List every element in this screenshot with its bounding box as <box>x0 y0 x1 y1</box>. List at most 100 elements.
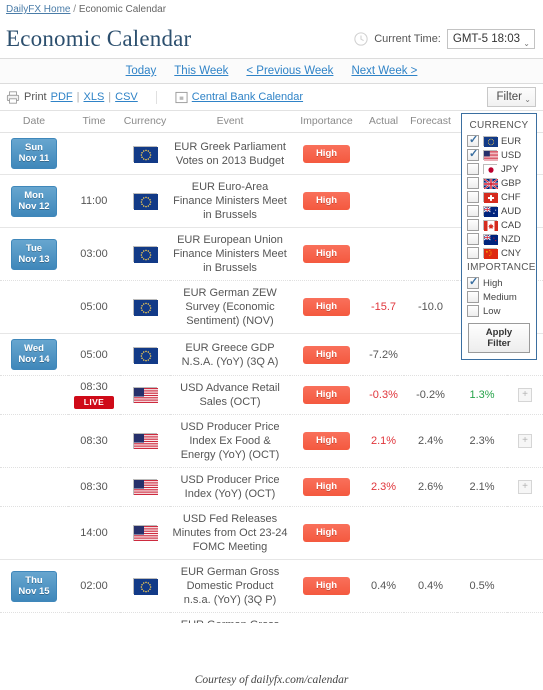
table-row[interactable]: 02:00 EUR German Gross Domestic Product s… <box>0 612 543 623</box>
currency-filter-gbp[interactable]: GBP <box>467 176 531 190</box>
cell-time <box>68 132 120 175</box>
cell-expand[interactable]: + <box>507 414 543 468</box>
central-bank-calendar-link[interactable]: Central Bank Calendar <box>192 91 303 103</box>
cell-event[interactable]: EUR German ZEW Survey (Economic Sentimen… <box>170 280 290 334</box>
currency-filter-aud[interactable]: AUD <box>467 204 531 218</box>
checkbox-cad[interactable] <box>467 219 479 231</box>
cell-importance: High <box>290 506 363 560</box>
currency-filter-chf[interactable]: CHF <box>467 190 531 204</box>
importance-filter-low[interactable]: Low <box>467 304 531 318</box>
importance-label: Low <box>483 305 501 317</box>
previous-value: 2.3% <box>469 435 495 447</box>
cell-forecast <box>404 227 457 281</box>
breadcrumb-home-link[interactable]: DailyFX Home <box>6 4 70 15</box>
central-bank-group: Central Bank Calendar <box>155 90 303 104</box>
nav-this-week-link[interactable]: This Week <box>174 65 228 77</box>
checkbox-nzd[interactable] <box>467 233 479 245</box>
cell-importance: High <box>290 333 363 376</box>
print-label: Print <box>24 91 47 103</box>
export-csv-link[interactable]: CSV <box>115 91 138 103</box>
cell-event[interactable]: USD Producer Price Index (YoY) (OCT) <box>170 467 290 507</box>
cell-event[interactable]: EUR European Union Finance Ministers Mee… <box>170 227 290 281</box>
timezone-select[interactable]: GMT-5 18:03 ⌄ <box>446 29 535 49</box>
table-row[interactable]: 08:30 USD Producer Price Index (YoY) (OCT… <box>0 467 543 507</box>
currency-filter-nzd[interactable]: NZD <box>467 232 531 246</box>
expand-row-button[interactable]: + <box>518 388 532 402</box>
date-badge: Tue Nov 13 <box>11 238 57 270</box>
flag-icon-jp <box>483 164 498 175</box>
cell-expand[interactable]: + <box>507 375 543 415</box>
cell-time: 11:00 <box>68 174 120 228</box>
cell-time: 14:00 <box>68 506 120 560</box>
cell-actual: 2.1% <box>363 414 404 468</box>
currency-filter-cny[interactable]: CNY <box>467 246 531 260</box>
checkbox-jpy[interactable] <box>467 163 479 175</box>
importance-section-title: IMPORTANCE <box>467 262 536 273</box>
nav-next-week-link[interactable]: Next Week > <box>351 65 417 77</box>
table-row[interactable]: 14:00 USD Fed Releases Minutes from Oct 2… <box>0 506 543 560</box>
cell-importance: High <box>290 132 363 175</box>
flag-icon-us <box>483 150 498 161</box>
flag-icon-ch <box>483 192 498 203</box>
checkbox-cny[interactable] <box>467 247 479 259</box>
importance-badge: High <box>303 524 350 542</box>
importance-filter-medium[interactable]: Medium <box>467 290 531 304</box>
cell-time: 08:30 <box>68 414 120 468</box>
currency-filter-jpy[interactable]: JPY <box>467 162 531 176</box>
cell-event[interactable]: USD Advance Retail Sales (OCT) <box>170 375 290 415</box>
cell-event[interactable]: USD Fed Releases Minutes from Oct 23-24 … <box>170 506 290 560</box>
currency-label: CHF <box>501 191 521 203</box>
cell-date <box>0 280 68 334</box>
expand-row-button[interactable]: + <box>518 480 532 494</box>
checkbox-chf[interactable] <box>467 191 479 203</box>
cell-currency <box>120 227 170 281</box>
cell-expand[interactable]: + <box>507 467 543 507</box>
cell-event[interactable]: EUR Euro-Area Finance Ministers Meet in … <box>170 174 290 228</box>
importance-badge: High <box>303 144 350 163</box>
cell-expand <box>507 612 543 623</box>
cell-expand <box>507 506 543 560</box>
cell-forecast <box>404 132 457 175</box>
currency-label: JPY <box>501 163 519 175</box>
importance-filter-high[interactable]: High <box>467 275 531 290</box>
filter-button[interactable]: Filter ⌄ <box>487 87 536 107</box>
cell-event[interactable]: USD Producer Price Index Ex Food & Energ… <box>170 414 290 468</box>
expand-row-button[interactable]: + <box>518 434 532 448</box>
currency-filter-eur[interactable]: EUR <box>467 133 531 148</box>
currency-filter-cad[interactable]: CAD <box>467 218 531 232</box>
previous-value: 0.5% <box>469 580 495 592</box>
column-header-currency: Currency <box>120 111 170 133</box>
cell-previous: 2.1% <box>457 467 507 507</box>
checkbox-aud[interactable] <box>467 205 479 217</box>
currency-filter-usd[interactable]: USD <box>467 147 531 162</box>
cell-importance: High <box>290 174 363 228</box>
forecast-value: 2.6% <box>417 481 444 493</box>
previous-value: 1.3% <box>469 389 495 401</box>
checkbox-medium[interactable] <box>467 291 479 303</box>
cell-currency <box>120 375 170 415</box>
checkbox-low[interactable] <box>467 305 479 317</box>
checkbox-high[interactable] <box>467 275 479 289</box>
export-pdf-link[interactable]: PDF <box>51 91 73 103</box>
checkbox-gbp[interactable] <box>467 177 479 189</box>
cell-event[interactable]: EUR German Gross Domestic Product s.a. (… <box>170 612 290 623</box>
flag-icon-us <box>133 525 158 542</box>
importance-badge: High <box>303 386 350 404</box>
event-time: 03:00 <box>80 248 108 260</box>
cell-event[interactable]: EUR Greece GDP N.S.A. (YoY) (3Q A) <box>170 333 290 376</box>
apply-filter-button[interactable]: Apply Filter <box>468 323 530 353</box>
checkbox-eur[interactable] <box>467 133 479 147</box>
cell-date <box>0 414 68 468</box>
table-row[interactable]: Thu Nov 15 02:00 EUR German Gross Domestic … <box>0 559 543 613</box>
nav-today-link[interactable]: Today <box>126 65 157 77</box>
cell-date <box>0 612 68 623</box>
table-row[interactable]: 08:30 LIVE USD Advance Retail Sales (OCT) H… <box>0 375 543 415</box>
cell-time: 02:00 <box>68 612 120 623</box>
cell-event[interactable]: EUR German Gross Domestic Product n.s.a.… <box>170 559 290 613</box>
cell-event[interactable]: EUR Greek Parliament Votes on 2013 Budge… <box>170 132 290 175</box>
nav-previous-week-link[interactable]: < Previous Week <box>246 65 333 77</box>
table-row[interactable]: 08:30 USD Producer Price Index Ex Food & … <box>0 414 543 468</box>
importance-badge: High <box>303 577 350 595</box>
export-xls-link[interactable]: XLS <box>83 91 104 103</box>
checkbox-usd[interactable] <box>467 147 479 161</box>
